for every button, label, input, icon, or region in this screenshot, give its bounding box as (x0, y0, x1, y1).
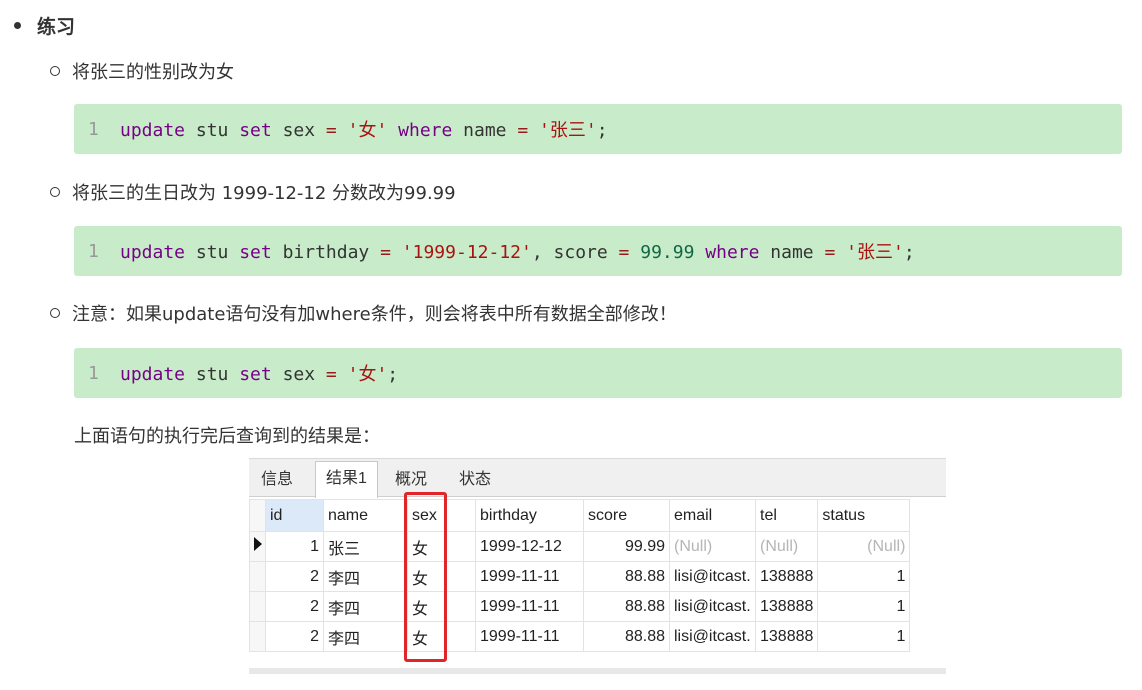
item-label: 注意：如果update语句没有加where条件，则会将表中所有数据全部修改！ (72, 304, 677, 325)
row-header (249, 531, 266, 562)
column-header-tel[interactable]: tel (754, 499, 819, 532)
row-header (249, 561, 266, 592)
result-tabs: 信息 结果1 概况 状态 (249, 459, 946, 498)
cell-tel[interactable]: 138888 (754, 621, 819, 652)
tab-status[interactable]: 状态 (449, 463, 501, 497)
cell-score[interactable]: 88.88 (583, 561, 670, 592)
column-header-status[interactable]: status (817, 499, 911, 532)
cell-id[interactable]: 2 (265, 621, 324, 652)
bullet-circle-icon (50, 308, 60, 318)
row-header (249, 621, 266, 652)
cell-birthday[interactable]: 1999-11-11 (475, 561, 584, 592)
code-block[interactable]: 1 update stu set sex = '女'; (74, 348, 1122, 398)
row-header (249, 591, 266, 622)
table-row[interactable]: 1 张三 女 1999-12-12 99.99 (Null) (Null) (N… (249, 531, 911, 562)
list-item: 将张三的生日改为 1999-12-12 分数改为99.99 (50, 179, 456, 205)
cell-score[interactable]: 99.99 (583, 531, 670, 562)
column-header-name[interactable]: name (323, 499, 408, 532)
cell-email[interactable]: (Null) (669, 531, 756, 562)
cell-tel[interactable]: 138888 (754, 561, 819, 592)
cell-name[interactable]: 张三 (323, 531, 408, 562)
result-grid: id name sex birthday score email tel sta… (249, 499, 946, 669)
cell-id[interactable]: 1 (265, 531, 324, 562)
list-item: 将张三的性别改为女 (50, 58, 234, 84)
line-number: 1 (88, 118, 99, 140)
column-header-email[interactable]: email (669, 499, 756, 532)
line-number: 1 (88, 240, 99, 262)
cell-tel[interactable]: 138888 (754, 591, 819, 622)
cell-id[interactable]: 2 (265, 591, 324, 622)
header-row: id name sex birthday score email tel sta… (249, 499, 911, 532)
list-item: 注意：如果update语句没有加where条件，则会将表中所有数据全部修改！ (50, 300, 677, 326)
cell-tel[interactable]: (Null) (754, 531, 819, 562)
query-result-screenshot: 信息 结果1 概况 状态 id name sex birthday score … (249, 458, 946, 674)
cell-birthday[interactable]: 1999-12-12 (475, 531, 584, 562)
code-block[interactable]: 1 update stu set birthday = '1999-12-12'… (74, 226, 1122, 276)
cell-name[interactable]: 李四 (323, 591, 408, 622)
line-number: 1 (88, 362, 99, 384)
table-row[interactable]: 2 李四 女 1999-11-11 88.88 lisi@itcast. 138… (249, 621, 911, 652)
code-line: update stu set sex = '女' where name = '张… (120, 120, 608, 141)
column-header-score[interactable]: score (583, 499, 670, 532)
column-header-birthday[interactable]: birthday (475, 499, 584, 532)
row-header-corner (249, 499, 266, 532)
section-title: 练习 (37, 16, 76, 38)
cell-status[interactable]: (Null) (817, 531, 911, 562)
bullet-circle-icon (50, 187, 60, 197)
cell-status[interactable]: 1 (817, 591, 911, 622)
bullet-circle-icon (50, 66, 60, 76)
cell-status[interactable]: 1 (817, 561, 911, 592)
sex-column-highlight (404, 492, 447, 662)
item-label: 将张三的生日改为 1999-12-12 分数改为99.99 (72, 183, 456, 204)
code-block[interactable]: 1 update stu set sex = '女' where name = … (74, 104, 1122, 154)
table-row[interactable]: 2 李四 女 1999-11-11 88.88 lisi@itcast. 138… (249, 561, 911, 592)
code-line: update stu set birthday = '1999-12-12', … (120, 242, 915, 263)
cell-birthday[interactable]: 1999-11-11 (475, 591, 584, 622)
tab-result1[interactable]: 结果1 (315, 461, 378, 498)
table-row[interactable]: 2 李四 女 1999-11-11 88.88 lisi@itcast. 138… (249, 591, 911, 622)
cell-id[interactable]: 2 (265, 561, 324, 592)
cell-birthday[interactable]: 1999-11-11 (475, 621, 584, 652)
bullet-disc-icon (14, 22, 21, 29)
cell-status[interactable]: 1 (817, 621, 911, 652)
section-heading: 练习 (14, 12, 75, 39)
tab-info[interactable]: 信息 (251, 463, 303, 497)
cell-email[interactable]: lisi@itcast. (669, 621, 756, 652)
cell-name[interactable]: 李四 (323, 621, 408, 652)
cell-name[interactable]: 李四 (323, 561, 408, 592)
result-intro: 上面语句的执行完后查询到的结果是： (74, 426, 380, 447)
column-header-id[interactable]: id (265, 499, 324, 532)
cell-email[interactable]: lisi@itcast. (669, 591, 756, 622)
current-row-arrow-icon (254, 537, 262, 551)
code-line: update stu set sex = '女'; (120, 364, 399, 385)
cell-score[interactable]: 88.88 (583, 621, 670, 652)
horizontal-scrollbar[interactable] (249, 668, 946, 674)
cell-score[interactable]: 88.88 (583, 591, 670, 622)
cell-email[interactable]: lisi@itcast. (669, 561, 756, 592)
item-label: 将张三的性别改为女 (72, 62, 234, 83)
